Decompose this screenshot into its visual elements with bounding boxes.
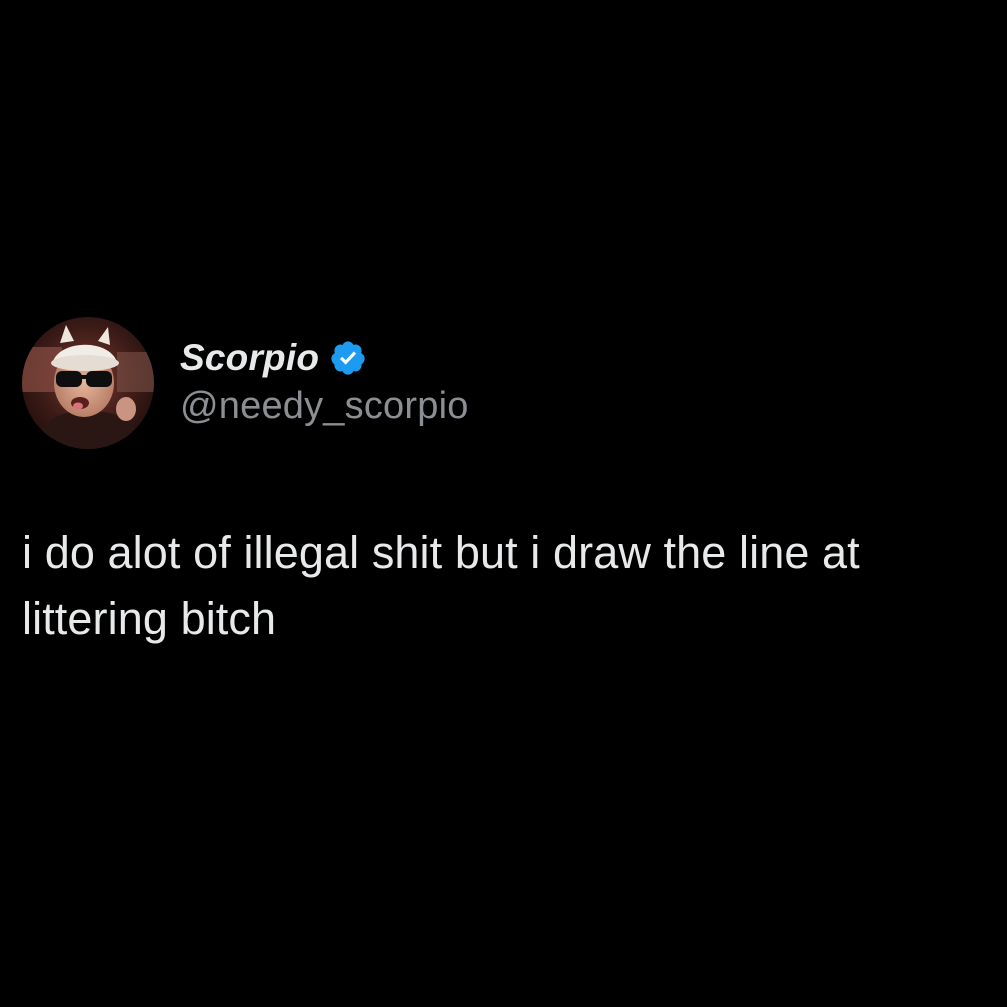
author-names: Scorpio @needy_scorpio bbox=[180, 333, 469, 428]
verified-badge-icon bbox=[329, 339, 367, 377]
display-name-row: Scorpio bbox=[180, 333, 469, 383]
tweet-card: Scorpio @needy_scorpio i do alot of ille… bbox=[22, 316, 992, 652]
display-name[interactable]: Scorpio bbox=[180, 337, 319, 379]
avatar[interactable] bbox=[22, 317, 154, 449]
author-handle[interactable]: @needy_scorpio bbox=[180, 385, 469, 428]
tweet-header: Scorpio @needy_scorpio bbox=[22, 316, 992, 450]
avatar-image bbox=[22, 317, 154, 449]
tweet-text: i do alot of illegal shit but i draw the… bbox=[22, 527, 860, 644]
